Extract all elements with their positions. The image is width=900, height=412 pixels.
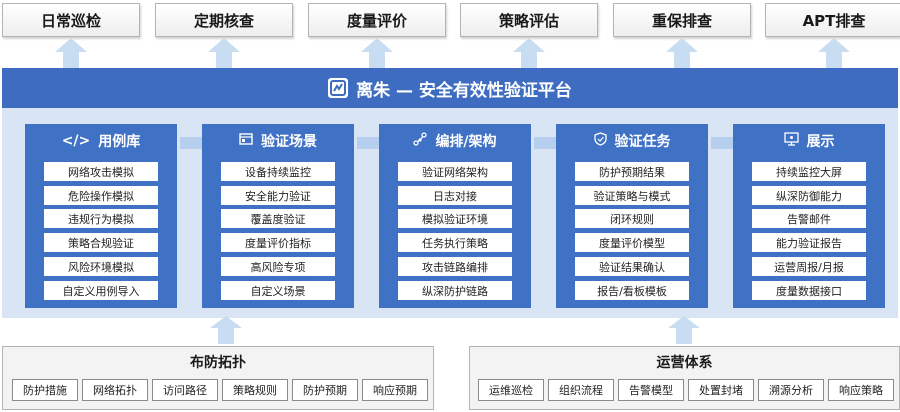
list-item: 度量数据接口 xyxy=(752,281,866,300)
shield-icon xyxy=(593,132,607,150)
topology-chip: 防护措施 xyxy=(12,379,78,401)
column-title: 编排/架构 xyxy=(435,134,497,150)
top-box-daily-inspection: 日常巡检 xyxy=(2,3,140,37)
column-title: 用例库 xyxy=(98,134,141,150)
platform-banner: 离朱 — 安全有效性验证平台 xyxy=(2,68,898,108)
topology-chip: 访问路径 xyxy=(152,379,218,401)
list-item: 能力验证报告 xyxy=(752,233,866,252)
topology-chip: 响应预期 xyxy=(362,379,428,401)
list-item: 模拟验证环境 xyxy=(398,209,512,228)
top-box-periodic-check: 定期核查 xyxy=(155,3,293,37)
list-item: 验证结果确认 xyxy=(575,257,689,276)
operations-chip: 响应策略 xyxy=(828,379,894,401)
list-item: 验证策略与模式 xyxy=(575,186,689,205)
column-title: 验证任务 xyxy=(614,134,671,150)
column-title: 展示 xyxy=(806,134,835,150)
defense-topology-box: 布防拓扑 防护措施 网络拓扑 访问路径 策略规则 防护预期 响应预期 xyxy=(2,346,434,410)
list-item: 报告/看板模板 xyxy=(575,281,689,300)
scene-icon xyxy=(239,133,253,149)
list-item: 防护预期结果 xyxy=(575,162,689,181)
platform-title: 离朱 — 安全有效性验证平台 xyxy=(356,80,572,101)
list-item: 度量评价指标 xyxy=(221,233,335,252)
list-item: 设备持续监控 xyxy=(221,162,335,181)
list-item: 持续监控大屏 xyxy=(752,162,866,181)
column-title: 验证场景 xyxy=(261,134,317,150)
list-item: 日志对接 xyxy=(398,186,512,205)
top-box-strategy-assessment: 策略评估 xyxy=(460,3,598,37)
list-item: 覆盖度验证 xyxy=(221,209,335,228)
top-box-metric-evaluation: 度量评价 xyxy=(308,3,446,37)
operations-chip: 溯源分析 xyxy=(758,379,824,401)
code-icon: </> xyxy=(61,133,91,149)
list-item: 纵深防御能力 xyxy=(752,186,866,205)
list-item: 闭环规则 xyxy=(575,209,689,228)
column-verification-scenes: 验证场景 设备持续监控 安全能力验证 覆盖度验证 度量评价指标 高风险专项 自定… xyxy=(202,124,354,308)
list-item: 危险操作模拟 xyxy=(44,186,158,205)
topology-chip: 防护预期 xyxy=(292,379,358,401)
operations-chip: 组织流程 xyxy=(548,379,614,401)
monitor-icon xyxy=(783,132,799,150)
list-item: 风险环境模拟 xyxy=(44,257,158,276)
list-item: 自定义用例导入 xyxy=(44,281,158,300)
list-item: 告警邮件 xyxy=(752,209,866,228)
top-box-key-protection: 重保排查 xyxy=(613,3,751,37)
list-item: 高风险专项 xyxy=(221,257,335,276)
column-display: 展示 持续监控大屏 纵深防御能力 告警邮件 能力验证报告 运营周报/月报 度量数… xyxy=(733,124,885,308)
topology-chip: 网络拓扑 xyxy=(82,379,148,401)
list-item: 网络攻击模拟 xyxy=(44,162,158,181)
operations-chip: 处置封堵 xyxy=(688,379,754,401)
list-item: 安全能力验证 xyxy=(221,186,335,205)
list-item: 纵深防护链路 xyxy=(398,281,512,300)
topology-chip: 策略规则 xyxy=(222,379,288,401)
list-item: 验证网络架构 xyxy=(398,162,512,181)
list-item: 运营周报/月报 xyxy=(752,257,866,276)
defense-topology-title: 布防拓扑 xyxy=(190,355,246,371)
top-box-apt-check: APT排查 xyxy=(765,3,900,37)
network-icon xyxy=(413,132,428,150)
list-item: 自定义场景 xyxy=(221,281,335,300)
operations-chip: 运维巡检 xyxy=(478,379,544,401)
list-item: 违规行为模拟 xyxy=(44,209,158,228)
operations-chip: 告警模型 xyxy=(618,379,684,401)
list-item: 度量评价模型 xyxy=(575,233,689,252)
column-use-case-library: </> 用例库 网络攻击模拟 危险操作模拟 违规行为模拟 策略合规验证 风险环境… xyxy=(25,124,177,308)
operations-system-box: 运营体系 运维巡检 组织流程 告警模型 处置封堵 溯源分析 响应策略 xyxy=(469,346,900,410)
operations-system-title: 运营体系 xyxy=(656,355,713,371)
column-orchestration: 编排/架构 验证网络架构 日志对接 模拟验证环境 任务执行策略 攻击链路编排 纵… xyxy=(379,124,531,308)
platform-logo-icon xyxy=(328,78,349,98)
list-item: 任务执行策略 xyxy=(398,233,512,252)
list-item: 攻击链路编排 xyxy=(398,257,512,276)
list-item: 策略合规验证 xyxy=(44,233,158,252)
column-verification-tasks: 验证任务 防护预期结果 验证策略与模式 闭环规则 度量评价模型 验证结果确认 报… xyxy=(556,124,708,308)
